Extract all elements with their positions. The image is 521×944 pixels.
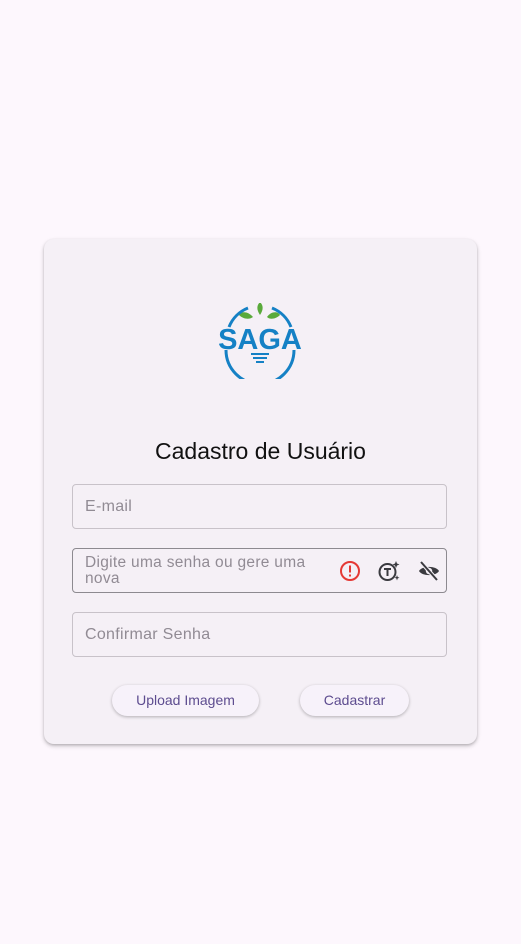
registration-card: SAGA Cadastro de Usuário E-mail Digite u…: [44, 239, 477, 744]
register-button[interactable]: Cadastrar: [300, 685, 409, 716]
text-auto-generate-icon[interactable]: [377, 559, 401, 583]
error-outline-icon: [340, 561, 360, 581]
saga-logo: SAGA: [218, 303, 302, 379]
svg-text:SAGA: SAGA: [218, 324, 302, 356]
password-placeholder: Digite uma senha ou gere uma nova: [85, 554, 306, 587]
password-field[interactable]: Digite uma senha ou gere uma nova: [72, 548, 447, 593]
upload-image-button[interactable]: Upload Imagem: [112, 685, 259, 716]
confirm-password-field[interactable]: Confirmar Senha: [72, 612, 447, 657]
page-title: Cadastro de Usuário: [155, 438, 366, 464]
email-field[interactable]: E-mail: [72, 484, 447, 529]
confirm-password-placeholder: Confirmar Senha: [85, 626, 211, 643]
visibility-off-icon[interactable]: [417, 559, 441, 583]
email-placeholder: E-mail: [85, 498, 133, 515]
